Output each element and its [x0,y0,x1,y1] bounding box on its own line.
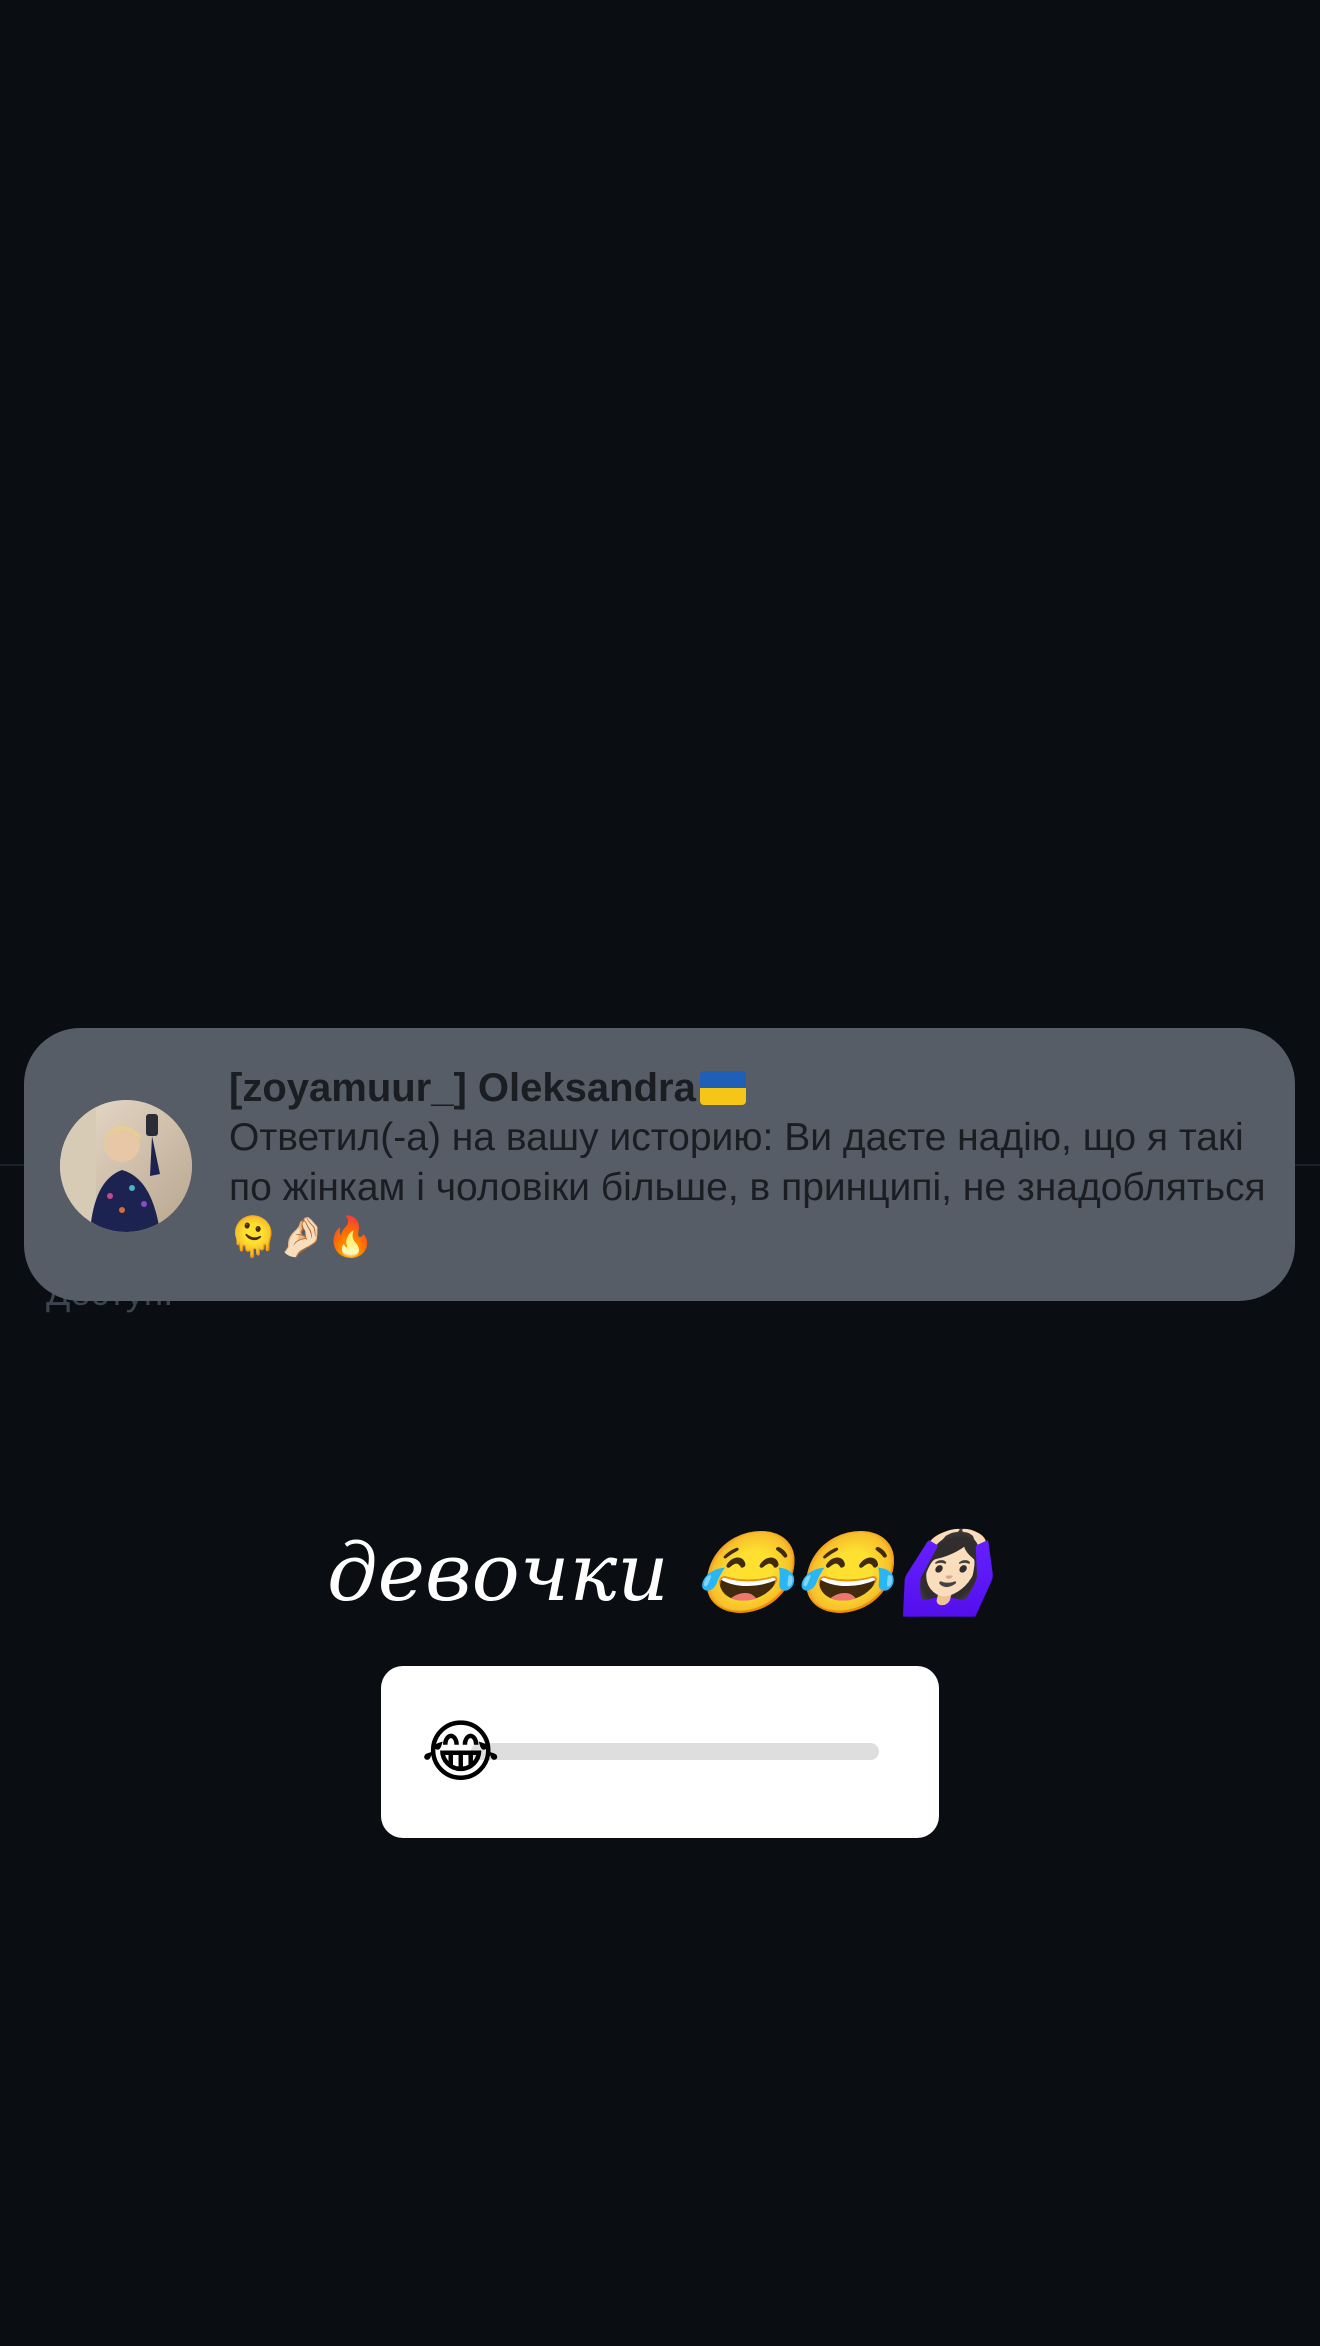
story-screen: Доступ. [0,0,1320,2346]
emoji-slider-sticker[interactable]: 😂 [381,1666,939,1838]
ukraine-flag-icon [699,1071,746,1105]
sender-name: [zoyamuur_] Oleksandra [229,1066,696,1110]
avatar-photo-icon [60,1100,192,1232]
reply-notification-banner[interactable]: [zoyamuur_] Oleksandra Ответил(-а) на ва… [24,1028,1295,1301]
notification-message: Ответил(-а) на вашу историю: Ви даєте на… [229,1116,1266,1259]
story-caption: девочки 😂😂🙆🏻‍♀️ [326,1526,994,1619]
sender-name-line: [zoyamuur_] Oleksandra [229,1063,1269,1113]
sender-avatar [60,1100,192,1232]
slider-track[interactable] [471,1743,879,1760]
slider-handle-emoji[interactable]: 😂 [421,1712,500,1792]
